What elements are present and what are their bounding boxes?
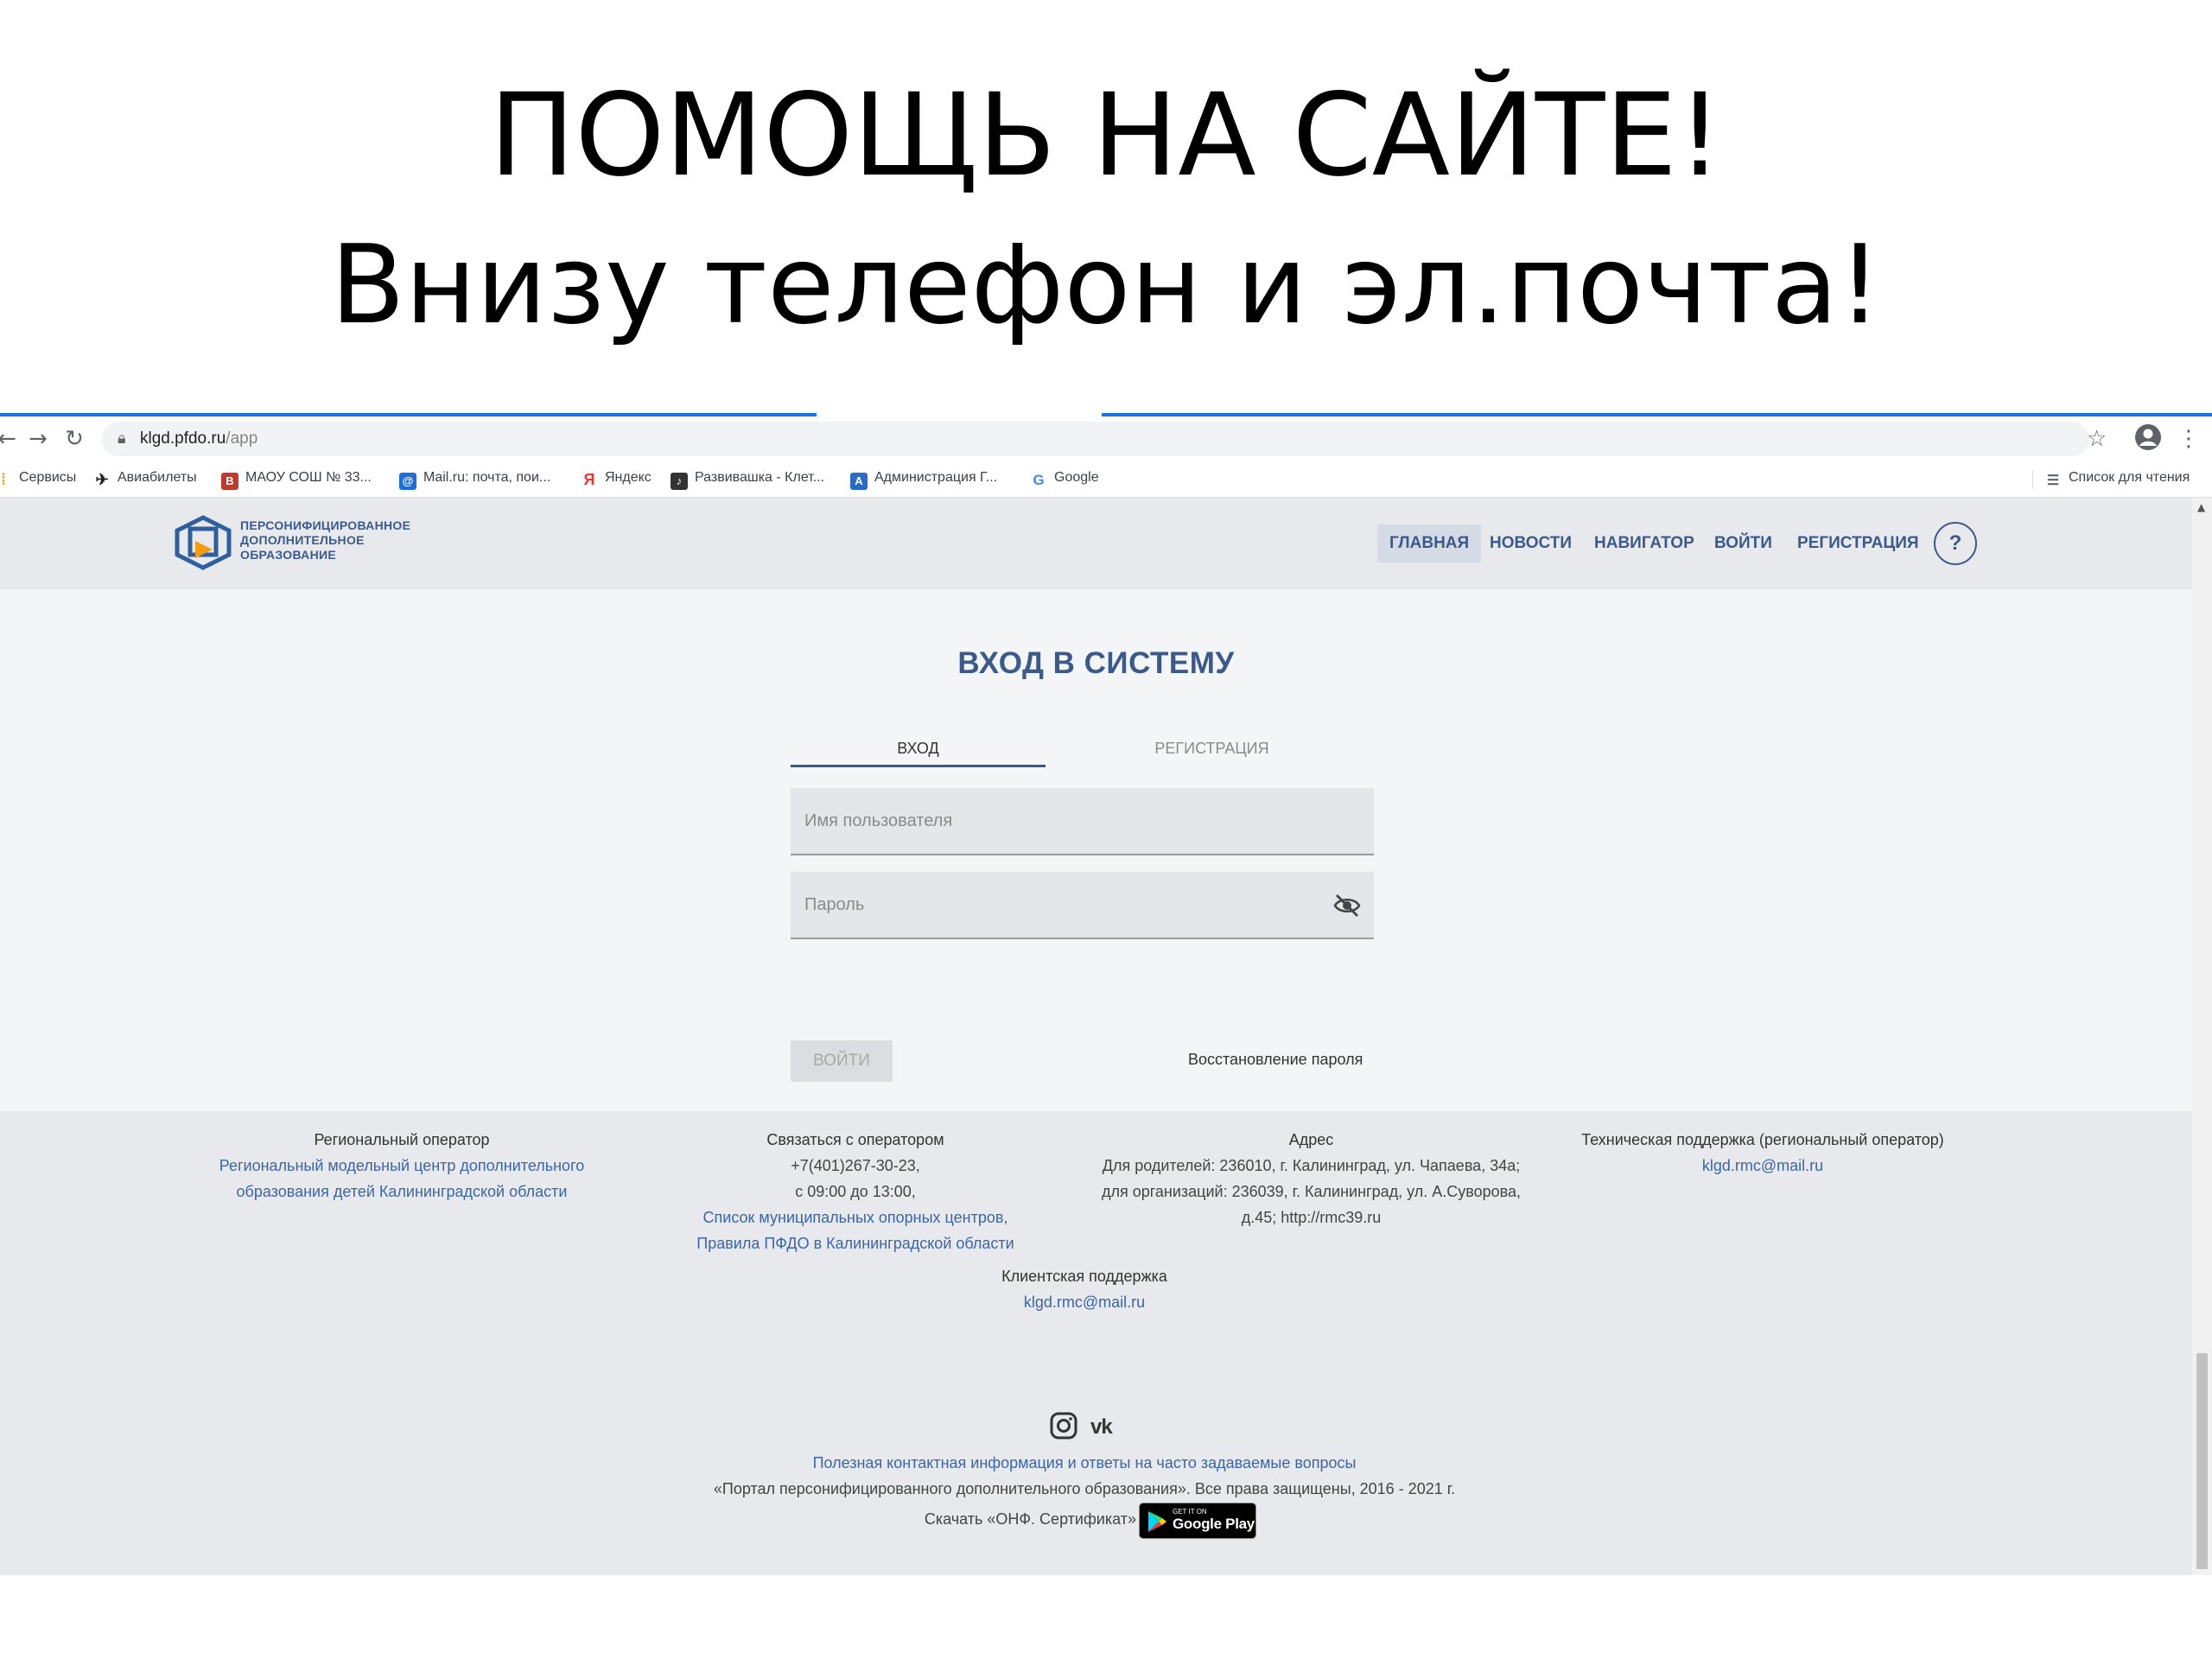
plane-icon: ✈︎ (95, 471, 109, 488)
footer-client-heading: Клиентская поддержка (1001, 1268, 1167, 1285)
footer-address-line: для организаций: 236039, г. Калининград,… (1101, 1183, 1522, 1200)
vk-icon[interactable]: vk (1090, 1415, 1113, 1440)
footer-copyright: «Портал персонифицированного дополнитель… (713, 1480, 1456, 1497)
url-text: klgd.pfdo.ru/app (140, 429, 258, 448)
slide-subtitle: Внизу телефон и эл.почта! (330, 221, 1882, 348)
password-input[interactable] (791, 872, 1326, 938)
browser-window: ← → ↻ 🔒︎ klgd.pfdo.ru/app ☆ ⋮ ⁞ Сервисы ✈… (0, 413, 2212, 1575)
help-button[interactable]: ? (1934, 522, 1977, 565)
google-icon: G (1033, 472, 1045, 488)
scroll-thumb[interactable] (2196, 1353, 2208, 1569)
footer-download: Скачать «ОНФ. Сертификат» (912, 1506, 1136, 1532)
footer-faq-link[interactable]: Полезная контактная информация и ответы … (518, 1450, 1650, 1476)
login-button[interactable]: ВОЙТИ (791, 1040, 893, 1082)
logo-icon[interactable] (173, 515, 233, 570)
bookmark-razvivashka[interactable]: ♪ Развивашка - Клет... (671, 470, 824, 490)
footer-operator-heading: Региональный оператор (314, 1131, 490, 1148)
google-play-badge[interactable]: GET IT ON Google Play (1139, 1503, 1256, 1539)
bookmarks-divider (2032, 470, 2033, 489)
login-title: ВХОД В СИСТЕМУ (957, 646, 1235, 680)
nav-home[interactable]: ГЛАВНАЯ (1377, 524, 1482, 563)
tab-login[interactable]: ВХОД (791, 729, 1046, 767)
password-field[interactable] (791, 872, 1374, 939)
nav-login[interactable]: ВОЙТИ (1714, 524, 1772, 563)
address-bar[interactable]: 🔒︎ klgd.pfdo.ru/app (102, 422, 2089, 456)
star-icon[interactable]: ☆ (2087, 425, 2107, 453)
slide-title: ПОМОЩЬ НА САЙТЕ! (489, 69, 1723, 202)
bookmark-administration[interactable]: A Администрация Г... (850, 470, 997, 490)
footer-tech-support: Техническая поддержка (региональный опер… (1555, 1127, 1970, 1179)
username-field[interactable] (791, 788, 1374, 855)
eye-off-icon[interactable] (1332, 893, 1362, 918)
nav-navigator[interactable]: НАВИГАТОР (1594, 524, 1694, 563)
footer-address-line: д.45; http://rmc39.ru (1241, 1209, 1382, 1226)
username-input[interactable] (791, 788, 1326, 854)
footer-contact-heading: Связаться с оператором (766, 1131, 944, 1148)
footer-operator-link[interactable]: Региональный модельный центр дополнитель… (194, 1153, 609, 1179)
footer-address: Адрес Для родителей: 236010, г. Калининг… (1084, 1127, 1538, 1230)
forward-icon[interactable]: → (24, 425, 52, 453)
nav-register[interactable]: РЕГИСТРАЦИЯ (1797, 524, 1919, 563)
profile-icon[interactable] (2134, 423, 2162, 458)
lock-icon: 🔒︎ (118, 429, 126, 448)
admin-icon: A (850, 473, 868, 490)
reading-list-button[interactable]: ☰ Список для чтения (2044, 470, 2190, 490)
reading-list-icon: ☰ (2046, 474, 2060, 488)
apps-grid-icon: ⁞ (1, 471, 6, 488)
browser-toolbar: ← → ↻ 🔒︎ klgd.pfdo.ru/app ☆ ⋮ (0, 416, 2212, 461)
footer-operator-link[interactable]: образования детей Калининградской област… (194, 1179, 609, 1205)
bookmarks-bar: ⁞ Сервисы ✈︎ Авиабилеты B МАОУ СОШ № 33... … (0, 461, 2212, 498)
footer-contact: Связаться с оператором +7(401)267-30-23,… (674, 1127, 1037, 1256)
menu-kebab-icon[interactable]: ⋮ (2177, 425, 2200, 453)
bookmark-services[interactable]: ⁞ Сервисы (0, 470, 76, 488)
tab-register[interactable]: РЕГИСТРАЦИЯ (1080, 729, 1344, 767)
footer-phone: +7(401)267-30-23, (791, 1157, 920, 1174)
scroll-up-icon[interactable]: ▲ (2197, 501, 2205, 513)
music-icon: ♪ (671, 473, 688, 490)
back-icon[interactable]: ← (0, 425, 21, 453)
bookmark-school[interactable]: B МАОУ СОШ № 33... (221, 470, 372, 490)
scrollbar[interactable]: ▲ (2192, 498, 2212, 1575)
bookmark-flights[interactable]: ✈︎ Авиабилеты (93, 470, 196, 488)
b-icon: B (221, 473, 238, 490)
footer-download-text: Скачать «ОНФ. Сертификат» (924, 1510, 1136, 1528)
footer-address-heading: Адрес (1288, 1131, 1334, 1148)
website-viewport: ПЕРСОНИФИЦИРОВАННОЕ ДОПОЛНИТЕЛЬНОЕ ОБРАЗ… (0, 498, 2192, 1575)
logo-text: ПЕРСОНИФИЦИРОВАННОЕ ДОПОЛНИТЕЛЬНОЕ ОБРАЗ… (240, 518, 411, 562)
footer-operator: Региональный оператор Региональный модел… (194, 1127, 609, 1205)
instagram-icon[interactable] (1049, 1411, 1078, 1440)
reload-icon[interactable]: ↻ (60, 425, 88, 453)
footer-address-line: Для родителей: 236010, г. Калининград, у… (1102, 1157, 1521, 1174)
footer-bottom: Полезная контактная информация и ответы … (518, 1450, 1650, 1502)
footer-rules-link[interactable]: Правила ПФДО в Калининградской области (674, 1230, 1037, 1256)
footer-client-support: Клиентская поддержка klgd.rmc@mail.ru (864, 1263, 1305, 1315)
recover-password-link[interactable]: Восстановление пароля (1188, 1051, 1363, 1069)
site-header: ПЕРСОНИФИЦИРОВАННОЕ ДОПОЛНИТЕЛЬНОЕ ОБРАЗ… (0, 498, 2192, 589)
footer-client-email[interactable]: klgd.rmc@mail.ru (864, 1289, 1305, 1315)
mailru-icon: @ (399, 473, 416, 490)
footer-centers-link[interactable]: Список муниципальных опорных центров, (674, 1205, 1037, 1230)
bookmark-mailru[interactable]: @ Mail.ru: почта, пои... (399, 470, 550, 490)
google-play-icon (1148, 1511, 1166, 1532)
nav-news[interactable]: НОВОСТИ (1490, 524, 1572, 563)
footer-hours: с 09:00 до 13:00, (795, 1183, 916, 1200)
bookmark-google[interactable]: G Google (1030, 470, 1098, 489)
footer-tech-email[interactable]: klgd.rmc@mail.ru (1555, 1153, 1970, 1179)
bookmark-yandex[interactable]: Я Яндекс (581, 470, 652, 488)
yandex-icon: Я (583, 471, 595, 488)
footer-tech-heading: Техническая поддержка (региональный опер… (1581, 1131, 1944, 1148)
